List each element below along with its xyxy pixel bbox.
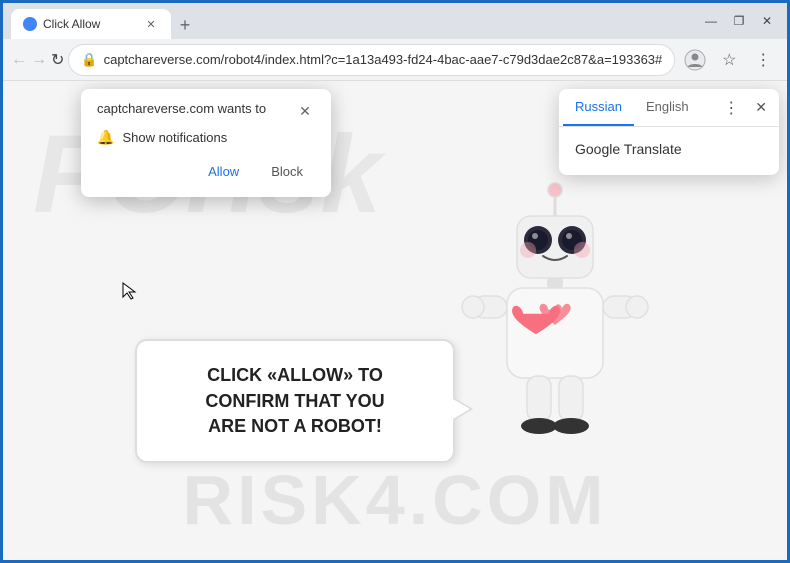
- account-circle-icon: [684, 49, 706, 71]
- active-tab[interactable]: Click Allow ✕: [11, 9, 171, 39]
- robot-figure: [455, 178, 655, 463]
- notification-popup-close[interactable]: ✕: [295, 101, 315, 121]
- address-bar: ← → ↻ 🔒 captchareverse.com/robot4/index.…: [3, 39, 787, 81]
- forward-button[interactable]: →: [31, 44, 47, 76]
- translate-tab-english[interactable]: English: [634, 89, 701, 126]
- browser-frame: Click Allow ✕ + — ❐ ✕ ← → ↻ 🔒 captcharev…: [3, 3, 787, 560]
- block-button[interactable]: Block: [259, 158, 315, 185]
- translate-more-icon[interactable]: ⋮: [715, 90, 747, 126]
- tab-area: Click Allow ✕ +: [11, 3, 687, 39]
- bookmark-button[interactable]: ☆: [713, 44, 745, 76]
- translate-body: Google Translate: [559, 127, 779, 175]
- window-controls: — ❐ ✕: [699, 9, 779, 33]
- restore-button[interactable]: ❐: [727, 9, 751, 33]
- title-bar: Click Allow ✕ + — ❐ ✕: [3, 3, 787, 39]
- popup-header: captchareverse.com wants to ✕: [97, 101, 315, 121]
- lock-icon: 🔒: [81, 52, 97, 68]
- robot-svg: [455, 178, 655, 458]
- bubble-text: CLICK «ALLOW» TO CONFIRM THAT YOU ARE NO…: [165, 363, 425, 439]
- toolbar-icons: ☆ ⋮: [679, 44, 779, 76]
- content-area: PCrisk RISK4.COM CLICK «ALLOW» TO CONFIR…: [3, 81, 787, 560]
- speech-bubble: CLICK «ALLOW» TO CONFIRM THAT YOU ARE NO…: [135, 339, 455, 463]
- more-menu-button[interactable]: ⋮: [747, 44, 779, 76]
- notification-popup: captchareverse.com wants to ✕ 🔔 Show not…: [81, 89, 331, 197]
- tab-favicon: [23, 17, 37, 31]
- translate-tab-russian[interactable]: Russian: [563, 89, 634, 126]
- notification-label: Show notifications: [122, 130, 227, 145]
- tab-title: Click Allow: [43, 17, 100, 31]
- translate-popup: Russian English ⋮ ✕ Google Translate: [559, 89, 779, 175]
- reload-button[interactable]: ↻: [51, 44, 64, 76]
- url-text: captchareverse.com/robot4/index.html?c=1…: [104, 52, 663, 67]
- close-button[interactable]: ✕: [755, 9, 779, 33]
- notification-row: 🔔 Show notifications: [97, 129, 315, 146]
- speech-bubble-wrapper: CLICK «ALLOW» TO CONFIRM THAT YOU ARE NO…: [135, 178, 655, 463]
- minimize-button[interactable]: —: [699, 9, 723, 33]
- url-bar[interactable]: 🔒 captchareverse.com/robot4/index.html?c…: [68, 44, 675, 76]
- back-button[interactable]: ←: [11, 44, 27, 76]
- allow-button[interactable]: Allow: [196, 158, 251, 185]
- bell-icon: 🔔: [97, 129, 114, 146]
- tab-close-button[interactable]: ✕: [143, 16, 159, 32]
- translate-service[interactable]: Google Translate: [575, 135, 763, 163]
- translate-header: Russian English ⋮ ✕: [559, 89, 779, 127]
- translate-close-button[interactable]: ✕: [747, 91, 775, 124]
- new-tab-button[interactable]: +: [171, 11, 199, 39]
- popup-actions: Allow Block: [97, 158, 315, 185]
- account-circle-button[interactable]: [679, 44, 711, 76]
- popup-title: captchareverse.com wants to: [97, 101, 266, 116]
